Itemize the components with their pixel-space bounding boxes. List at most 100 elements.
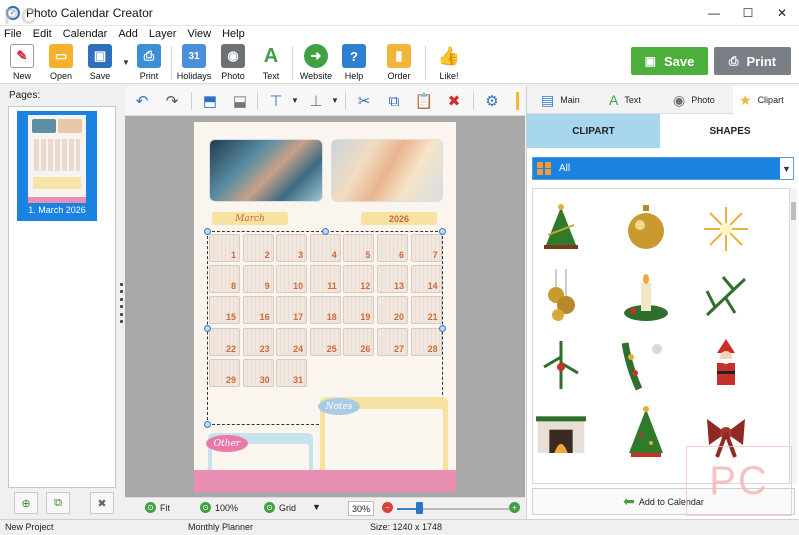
align-bottom-dropdown-icon[interactable]: ▼ — [331, 96, 339, 105]
zoom-out-button[interactable]: − — [382, 502, 393, 513]
new-button[interactable]: ✎ New — [2, 43, 42, 83]
help-button[interactable]: ? Help — [334, 43, 374, 83]
maximize-button[interactable]: ☐ — [731, 0, 765, 26]
menu-edit[interactable]: Edit — [33, 28, 52, 40]
zoom-100-button[interactable]: ⊙ 100% — [200, 502, 238, 513]
christmas-tree-small-icon[interactable] — [536, 201, 586, 257]
align-bottom-icon[interactable]: ⊥ — [305, 90, 327, 112]
menu-calendar[interactable]: Calendar — [63, 28, 108, 40]
print-toolbar-button[interactable]: ⎙ Print — [129, 43, 169, 83]
save-toolbar-button[interactable]: ▣ Save — [80, 43, 120, 83]
toolbar-separator — [171, 46, 172, 80]
printer-icon: ⎙ — [137, 44, 161, 68]
paste-icon[interactable]: 📋 — [413, 90, 435, 112]
holly-branch-icon[interactable] — [536, 337, 586, 393]
menu-help[interactable]: Help — [222, 28, 245, 40]
order-button[interactable]: ▮ Order — [379, 43, 419, 83]
fireplace-icon[interactable] — [536, 405, 586, 461]
category-select[interactable]: All ▼ — [532, 157, 794, 180]
undo-icon[interactable]: ↶ — [131, 90, 153, 112]
page-thumbnail-preview — [28, 115, 86, 203]
pages-panel: Pages: 1. March 2026 ⊕ ⧉ ✖ — [0, 86, 124, 519]
tab-clipart-sub[interactable]: CLIPART — [527, 114, 660, 148]
close-button[interactable]: ✕ — [765, 0, 799, 26]
garland-icon[interactable] — [621, 337, 671, 393]
like-button[interactable]: 👍 Like! — [429, 43, 469, 83]
delete-page-icon: ✖ — [97, 497, 107, 510]
open-button[interactable]: ▭ Open — [41, 43, 81, 83]
save-button[interactable]: ▣ Save — [631, 47, 708, 75]
tab-main[interactable]: ▤ Main — [541, 86, 601, 114]
menu-view[interactable]: View — [187, 28, 211, 40]
selection-frame[interactable] — [204, 228, 446, 428]
tab-shapes[interactable]: SHAPES — [660, 114, 799, 148]
holidays-button[interactable]: 31 Holidays — [174, 43, 214, 83]
title-bar: ✓ Photo Calendar Creator — ☐ ✕ — [0, 0, 799, 26]
zoom-slider-thumb[interactable] — [416, 502, 424, 514]
resize-handle[interactable] — [439, 325, 446, 332]
resize-handle[interactable] — [439, 228, 446, 235]
duplicate-page-button[interactable]: ⧉ — [46, 492, 70, 514]
text-a-icon: A — [259, 44, 283, 68]
tab-photo[interactable]: ◉ Photo — [673, 86, 731, 114]
menu-file[interactable]: File — [4, 28, 22, 40]
zoom-value-field[interactable]: 30% — [348, 501, 374, 516]
minimize-button[interactable]: — — [697, 0, 731, 26]
page-thumbnail[interactable]: 1. March 2026 — [17, 111, 97, 221]
properties-icon[interactable]: ⚙ — [481, 90, 503, 112]
copy-icon[interactable]: ⧉ — [383, 90, 405, 112]
text-button[interactable]: A Text — [251, 43, 291, 83]
delete-icon[interactable]: ✖ — [443, 90, 465, 112]
clipart-list — [532, 188, 790, 484]
tab-text[interactable]: A Text — [609, 86, 669, 114]
redo-icon[interactable]: ↷ — [161, 90, 183, 112]
candle-pine-icon[interactable] — [621, 269, 671, 325]
hanging-ornaments-icon[interactable] — [536, 269, 586, 325]
add-page-icon: ⊕ — [21, 497, 31, 510]
ornament-ball-icon[interactable] — [621, 201, 671, 257]
text-tab-icon: A — [609, 92, 619, 108]
photo-frame-2[interactable] — [331, 139, 443, 202]
print-button[interactable]: ⎙ Print — [714, 47, 791, 75]
website-button[interactable]: ➜ Website — [296, 43, 336, 83]
canvas-area[interactable]: March 2026 1 2 3 4 5 6 7 8 9 10 11 12 13 14 15 16 17 18 19… — [125, 116, 525, 497]
camera-icon: ◉ — [221, 44, 245, 68]
tab-clipart[interactable]: ★ Clipart — [733, 86, 799, 114]
resize-handle[interactable] — [204, 421, 211, 428]
golden-sparkle-icon[interactable] — [701, 201, 751, 257]
zoom-fit-button[interactable]: ⊙ Fit — [145, 502, 170, 513]
delete-page-button[interactable]: ✖ — [90, 492, 114, 514]
menu-add[interactable]: Add — [118, 28, 138, 40]
send-backward-icon[interactable]: ⬓ — [229, 90, 251, 112]
star-icon: ★ — [739, 91, 752, 108]
align-top-icon[interactable]: ⊤ — [265, 90, 287, 112]
year-label[interactable]: 2026 — [361, 212, 437, 225]
add-page-button[interactable]: ⊕ — [14, 492, 38, 514]
resize-handle[interactable] — [204, 228, 211, 235]
status-bar: New Project Monthly Planner Size: 1240 x… — [0, 519, 799, 535]
edit-toolbar: ↶ ↷ ⬒ ⬓ ⊤ ▼ ⊥ ▼ ✂ ⧉ 📋 ✖ ⚙ ▎ — [125, 86, 528, 116]
photo-frame-1[interactable] — [209, 139, 323, 202]
grid-dropdown-icon[interactable]: ▼ — [312, 502, 321, 512]
zoom-slider[interactable] — [397, 502, 509, 514]
decorated-tree-icon[interactable] — [621, 405, 671, 461]
zoom-in-button[interactable]: + — [509, 502, 520, 513]
cut-icon[interactable]: ✂ — [353, 90, 375, 112]
panel-resize-handle[interactable] — [118, 283, 124, 323]
grid-toggle[interactable]: ⊙ Grid — [264, 502, 296, 513]
month-label[interactable]: March — [212, 212, 288, 225]
bring-forward-icon[interactable]: ⬒ — [199, 90, 221, 112]
photo-button[interactable]: ◉ Photo — [213, 43, 253, 83]
clipart-scrollbar[interactable] — [790, 188, 797, 484]
santa-claus-icon[interactable] — [701, 337, 751, 393]
resize-handle[interactable] — [204, 325, 211, 332]
toolbar-separator — [292, 46, 293, 80]
menu-layer[interactable]: Layer — [149, 28, 177, 40]
align-dropdown-icon[interactable]: ▼ — [291, 96, 299, 105]
status-size: Size: 1240 x 1748 — [370, 522, 443, 532]
calendar-page[interactable]: March 2026 1 2 3 4 5 6 7 8 9 10 11 12 13 14 15 16 17 18 19… — [194, 122, 456, 492]
grid-icon: ⊙ — [264, 502, 275, 513]
resize-handle[interactable] — [322, 228, 329, 235]
pine-branch-icon[interactable] — [701, 269, 751, 325]
other-label: Other — [206, 435, 248, 452]
